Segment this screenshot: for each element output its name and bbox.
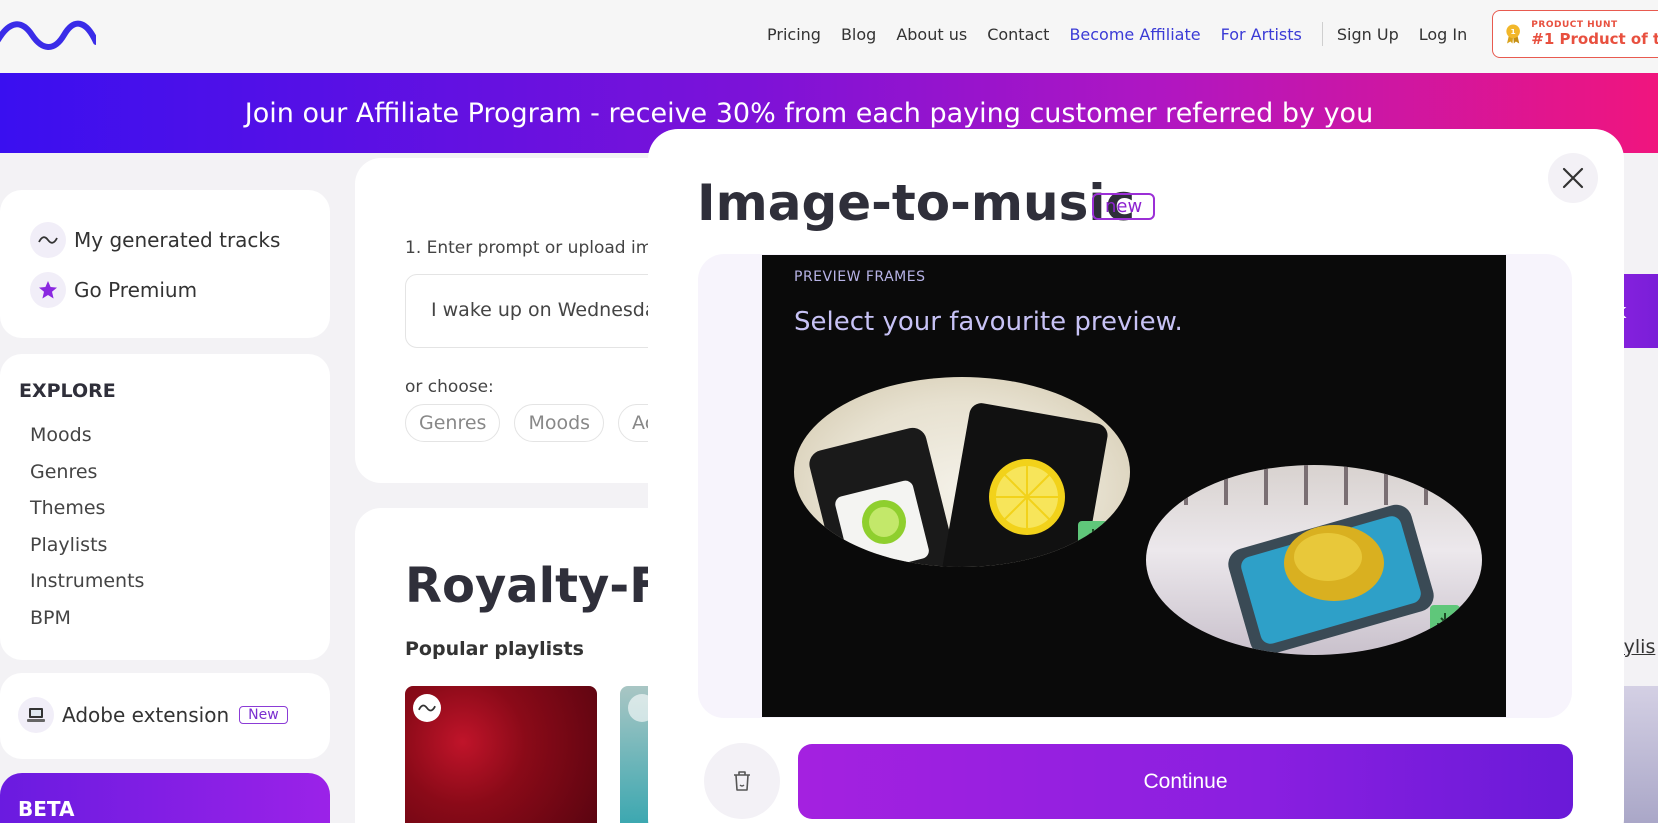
preview-frames-panel: PREVIEW FRAMES Select your favourite pre… xyxy=(762,255,1506,717)
explore-item-playlists[interactable]: Playlists xyxy=(30,534,144,571)
laptop-icon xyxy=(18,697,54,733)
banner-text: Join our Affiliate Program - receive 30%… xyxy=(244,97,1374,129)
step1-label: 1. Enter prompt or upload ima xyxy=(405,238,663,258)
sidebar-user-card: My generated tracks Go Premium xyxy=(0,190,330,338)
modal-new-tag: new xyxy=(1092,193,1156,220)
sidebar-adobe-card: Adobe extension New xyxy=(0,673,330,759)
svg-text:1: 1 xyxy=(1511,27,1516,36)
or-choose-label: or choose: xyxy=(405,377,494,397)
explore-item-moods[interactable]: Moods xyxy=(30,424,144,461)
product-hunt-badge[interactable]: 1 PRODUCT HUNT #1 Product of the xyxy=(1492,10,1658,58)
nav-contact[interactable]: Contact xyxy=(987,25,1049,44)
chip-moods[interactable]: Moods xyxy=(514,404,605,442)
download-icon[interactable] xyxy=(1430,605,1460,635)
signup-link[interactable]: Sign Up xyxy=(1337,25,1399,44)
explore-item-themes[interactable]: Themes xyxy=(30,497,144,534)
close-button[interactable] xyxy=(1548,153,1598,203)
preview-heading: Select your favourite preview. xyxy=(794,307,1183,337)
ph-title: #1 Product of the xyxy=(1531,29,1658,48)
login-link[interactable]: Log In xyxy=(1419,25,1468,44)
nav-become-affiliate[interactable]: Become Affiliate xyxy=(1069,25,1200,44)
wave-badge-icon xyxy=(413,694,441,722)
chip-genres[interactable]: Genres xyxy=(405,404,501,442)
preview-frame-1[interactable] xyxy=(794,377,1130,567)
main-nav: Pricing Blog About us Contact Become Aff… xyxy=(767,0,1487,68)
popular-playlists-heading: Popular playlists xyxy=(405,638,584,660)
nav-divider xyxy=(1321,22,1323,46)
close-icon xyxy=(1562,167,1584,189)
royalty-heading: Royalty-Fr xyxy=(405,558,683,614)
go-premium-label: Go Premium xyxy=(74,278,198,302)
my-tracks-label: My generated tracks xyxy=(74,228,281,252)
prompt-value: I wake up on Wednesda xyxy=(431,299,657,321)
star-icon xyxy=(30,272,66,308)
nav-for-artists[interactable]: For Artists xyxy=(1221,25,1302,44)
playlist-thumbnail[interactable] xyxy=(1622,686,1658,823)
explore-item-genres[interactable]: Genres xyxy=(30,461,144,498)
beta-label: BETA xyxy=(18,797,75,821)
preview-frames-label: PREVIEW FRAMES xyxy=(794,269,926,285)
sidebar-adobe-extension[interactable]: Adobe extension New xyxy=(18,697,288,733)
sidebar-my-tracks[interactable]: My generated tracks xyxy=(30,222,280,258)
wave-icon xyxy=(30,222,66,258)
top-header: Pricing Blog About us Contact Become Aff… xyxy=(0,0,1658,73)
download-icon[interactable] xyxy=(1078,521,1108,551)
trash-icon xyxy=(734,771,750,791)
modal-title: Image-to-music xyxy=(697,174,1136,232)
sidebar-beta-card[interactable]: BETA xyxy=(0,773,330,823)
explore-item-bpm[interactable]: BPM xyxy=(30,607,144,644)
explore-title: EXPLORE xyxy=(19,380,116,402)
playlist-thumbnail[interactable] xyxy=(405,686,597,823)
adobe-label: Adobe extension xyxy=(62,703,230,727)
medal-icon: 1 xyxy=(1506,24,1520,44)
adobe-new-tag: New xyxy=(239,706,288,724)
sidebar-go-premium[interactable]: Go Premium xyxy=(30,272,197,308)
delete-button[interactable] xyxy=(704,743,780,819)
continue-button[interactable]: Continue xyxy=(798,744,1573,819)
nav-about[interactable]: About us xyxy=(896,25,967,44)
explore-list: Moods Genres Themes Playlists Instrument… xyxy=(30,424,144,643)
category-chips: Genres Moods Ac xyxy=(405,404,683,442)
sidebar-explore-card: EXPLORE Moods Genres Themes Playlists In… xyxy=(0,354,330,660)
nav-blog[interactable]: Blog xyxy=(841,25,876,44)
explore-item-instruments[interactable]: Instruments xyxy=(30,570,144,607)
preview-frame-2[interactable] xyxy=(1146,465,1482,655)
logo-icon[interactable] xyxy=(0,18,96,52)
nav-pricing[interactable]: Pricing xyxy=(767,25,821,44)
